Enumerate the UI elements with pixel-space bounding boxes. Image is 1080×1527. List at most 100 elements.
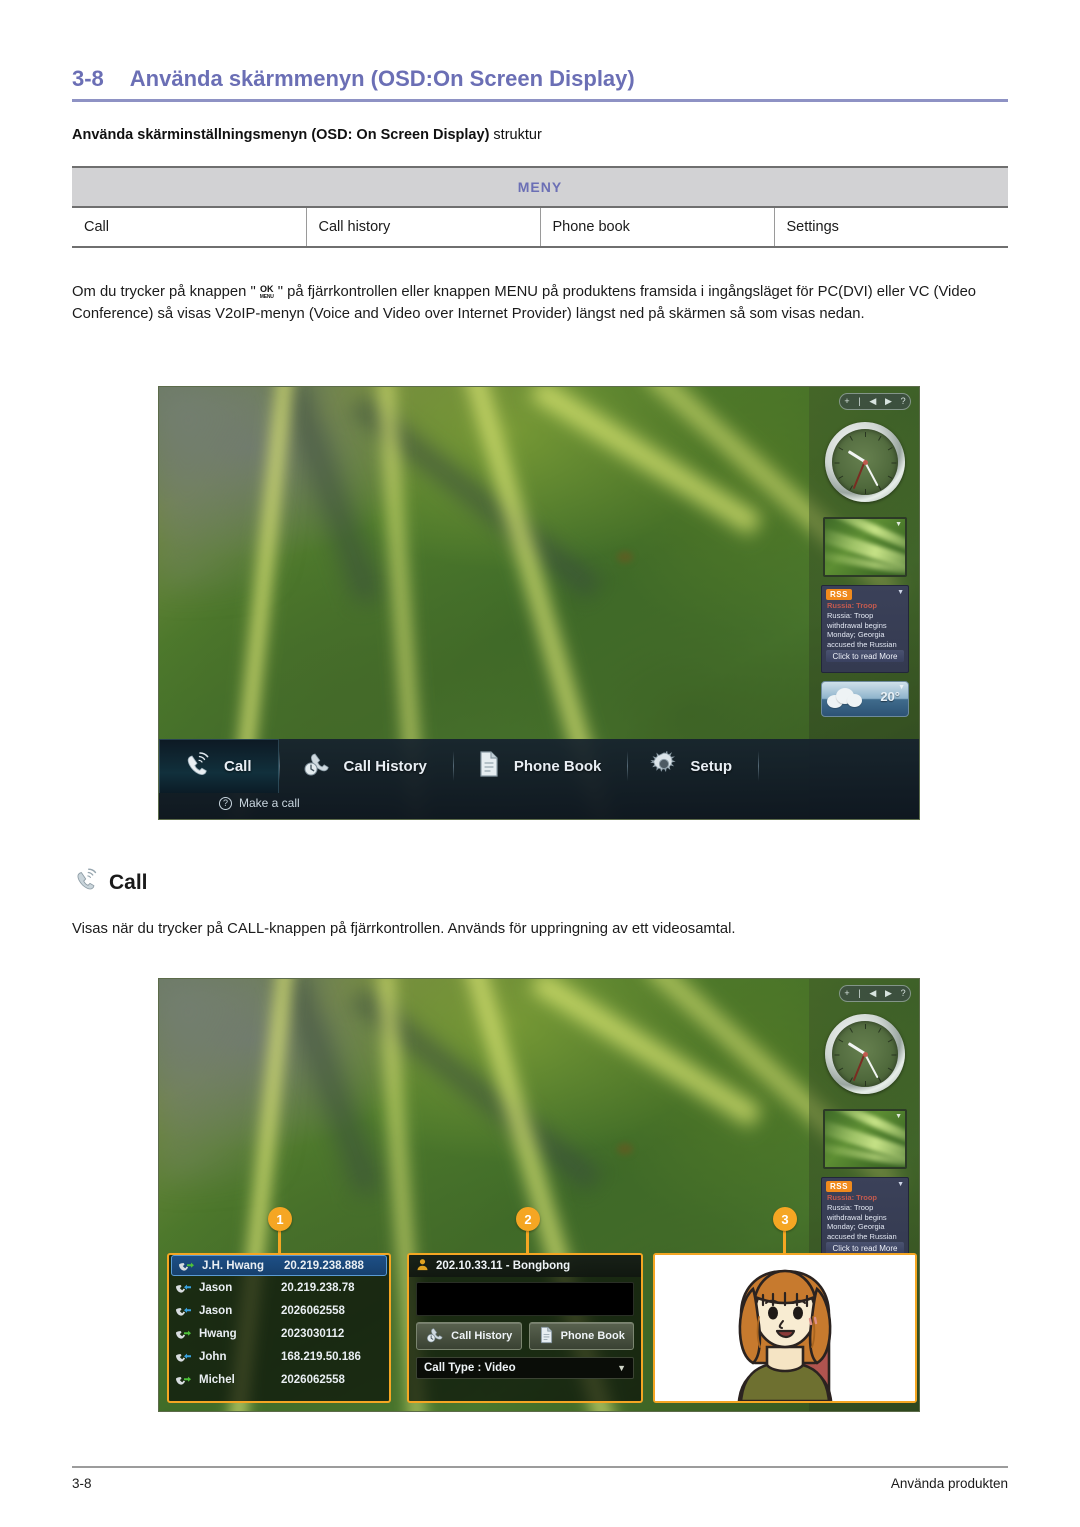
callout-marker-1: 1 [268,1207,292,1231]
call-type-dropdown[interactable]: Call Type : Video ▼ [416,1357,634,1379]
page-header: 3-8 Använda skärmmenyn (OSD:On Screen Di… [72,66,1008,102]
osd-tab-phone-book[interactable]: Phone Book [454,739,628,793]
callout-line-1 [278,1231,281,1255]
outgoing-call-icon [175,1374,191,1386]
chevron-down-icon[interactable]: ▼ [617,1363,626,1373]
rss-badge: RSS [826,589,852,600]
help-icon[interactable]: ? [901,397,906,406]
clock-minute-hand [864,1053,879,1079]
slideshow-gadget[interactable]: ▼ [823,517,907,577]
contact-name: J.H. Hwang [202,1259,264,1272]
prev-gadget-icon[interactable]: ◀ [869,989,876,998]
contact-name: Hwang [199,1327,237,1340]
intro-text-part1: Om du trycker på knappen " [72,284,256,300]
table-row: Call Call history Phone book Settings [72,207,1008,248]
rss-badge: RSS [826,1181,852,1192]
osd-tab-call[interactable]: Call [159,739,279,793]
osd-hint: ? Make a call [219,796,300,810]
osd-tab-label: Call [224,758,252,775]
dial-panel: 202.10.33.11 - Bongbong Call History Pho… [407,1253,643,1403]
chevron-down-icon[interactable]: ▼ [895,521,902,528]
clock-minute-hand [864,461,879,487]
call-history-list-panel: J.H. Hwang 20.219.238.888 Jason 20.219.2… [167,1253,391,1403]
section-number: 3-8 [72,66,104,91]
incoming-call-icon [175,1282,191,1294]
call-history-icon [425,1326,445,1347]
chevron-down-icon[interactable]: ▼ [898,684,905,691]
ok-label: OK [259,284,274,294]
slideshow-gadget[interactable]: ▼ [823,1109,907,1169]
rss-headline: Russia: Troop [827,601,878,610]
clock-center-pin [862,1051,868,1057]
list-item[interactable]: Jason 2026062558 [169,1299,389,1322]
clock-second-hand [853,461,866,490]
rss-read-more-link[interactable]: Click to read More [826,650,904,662]
call-screen-screenshot: + | ◀ ▶ ? ▼ RSS ▼ Russia: Troop Russia: … [158,978,920,1412]
osd-tab-call-history[interactable]: Call History [280,739,453,793]
video-preview-panel [653,1253,917,1403]
osd-tab-label: Call History [343,757,427,775]
chevron-down-icon[interactable]: ▼ [897,1181,904,1188]
chevron-down-icon[interactable]: ▼ [897,589,904,596]
intro-paragraph: Om du trycker på knappen " OK MENU " på fjä… [72,281,1010,325]
rss-feed-gadget[interactable]: RSS ▼ Russia: Troop Russia: Troop withdr… [821,1177,909,1265]
clock-face [832,1021,898,1087]
rss-feed-gadget[interactable]: RSS ▼ Russia: Troop Russia: Troop withdr… [821,585,909,673]
osd-tab-setup[interactable]: Setup [628,739,758,793]
list-item[interactable]: John 168.219.50.186 [169,1345,389,1368]
osd-separator [758,751,760,781]
page-footer: 3-8 Använda produkten [72,1476,1008,1491]
question-mark-icon: ? [219,796,232,810]
contact-number: 2026062558 [281,1373,345,1386]
add-gadget-icon[interactable]: + [844,397,849,406]
ok-menu-button-glyph: OK MENU [256,285,278,301]
list-item[interactable]: Hwang 2023030112 [169,1322,389,1345]
divider-icon: | [858,396,861,406]
phone-book-icon [476,750,502,782]
phone-book-button[interactable]: Phone Book [528,1322,634,1350]
dial-input[interactable] [416,1282,634,1316]
page-title: Använda skärmmenyn (OSD:On Screen Displa… [129,66,635,91]
footer-page-number: 3-8 [72,1476,92,1491]
next-gadget-icon[interactable]: ▶ [885,989,892,998]
table-cell-call: Call [72,207,307,248]
call-description-paragraph: Visas när du trycker på CALL-knappen på … [72,921,736,937]
call-history-button[interactable]: Call History [416,1322,522,1350]
button-label: Call History [451,1330,513,1342]
next-gadget-icon[interactable]: ▶ [885,397,892,406]
contact-name: John [199,1350,227,1363]
clock-center-pin [862,459,868,465]
osd-tab-label: Phone Book [513,757,602,775]
gadget-controls[interactable]: + | ◀ ▶ ? [839,393,911,410]
phone-handset-icon [182,751,212,783]
call-section-heading: Call [72,866,148,899]
incoming-call-icon [175,1351,191,1363]
cloud-icon [827,688,863,708]
contact-name: Michel [199,1373,235,1386]
help-icon[interactable]: ? [901,989,906,998]
footer-divider [72,1466,1008,1468]
subheading-bold: Använda skärminställningsmenyn (OSD: On … [72,127,490,143]
add-gadget-icon[interactable]: + [844,989,849,998]
weather-gadget[interactable]: 20° ▼ [821,681,909,717]
weather-temperature: 20° [880,689,900,704]
clock-gadget[interactable] [825,422,905,502]
chevron-down-icon[interactable]: ▼ [895,1113,902,1120]
clock-gadget[interactable] [825,1014,905,1094]
gear-icon [650,750,678,782]
rss-headline: Russia: Troop [827,1193,878,1202]
divider-icon: | [858,988,861,998]
phone-handset-icon [72,866,100,899]
list-item[interactable]: J.H. Hwang 20.219.238.888 [171,1255,387,1276]
header-divider [72,99,1008,102]
contact-number: 2026062558 [281,1304,345,1317]
gadget-controls[interactable]: + | ◀ ▶ ? [839,985,911,1002]
callout-marker-2: 2 [516,1207,540,1231]
outgoing-call-icon [178,1260,194,1272]
list-item[interactable]: Michel 2026062558 [169,1368,389,1391]
contact-name: Jason [199,1281,233,1294]
prev-gadget-icon[interactable]: ◀ [869,397,876,406]
contact-name: Jason [199,1304,233,1317]
list-item[interactable]: Jason 20.219.238.78 [169,1276,389,1299]
callout-line-3 [783,1231,786,1255]
